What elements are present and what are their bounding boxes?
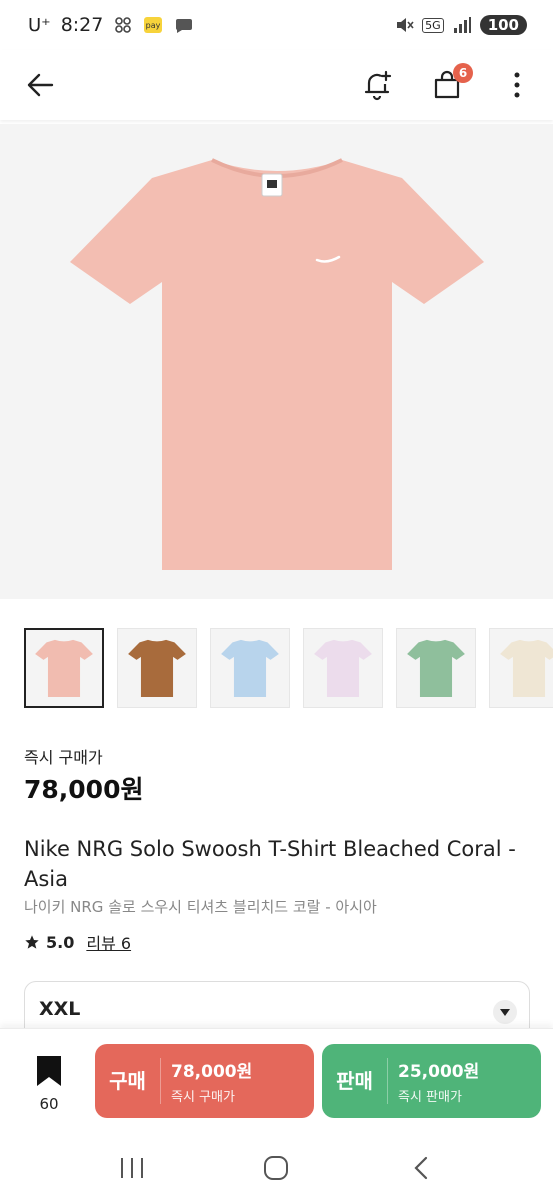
cart-button[interactable]: 6 [427,63,473,105]
header-actions: 6 [357,63,537,105]
thumbnail-tshirt-image [128,639,186,698]
thumbnail-1[interactable] [24,628,104,708]
chevron-left-icon [414,1156,427,1180]
thumbnail-tshirt-image [35,639,93,698]
thumbnail-tshirt-image [221,639,279,698]
more-vertical-icon [514,72,520,98]
signal-icon [452,15,472,35]
instant-buy-price: 78,000원 [24,775,144,804]
recent-apps-button[interactable] [112,1148,152,1188]
arrow-left-icon [27,73,54,97]
buy-info: 78,000원 즉시 구매가 [161,1057,252,1105]
tshirt-image [69,157,484,570]
thumbnail-4[interactable] [303,628,383,708]
buy-label: 구매 [95,1058,161,1104]
product-main-image[interactable] [0,124,553,599]
cart-count-badge: 6 [453,63,473,83]
more-button[interactable] [497,65,537,105]
rating-score: 5.0 [46,932,75,952]
dropdown-icon [493,1000,517,1024]
battery-level: 100 [479,15,527,35]
sell-amount: 25,000원 [398,1062,480,1082]
mute-icon [394,15,414,35]
bookmark-count: 60 [39,1095,59,1113]
thumbnail-5[interactable] [396,628,476,708]
thumbnail-strip [24,628,553,708]
buy-button[interactable]: 구매 78,000원 즉시 구매가 [95,1044,314,1118]
selected-size: XXL [39,998,81,1020]
bookmark-icon [37,1056,61,1086]
price-label: 즉시 구매가 [24,748,103,767]
review-link[interactable]: 리뷰 6 [86,930,131,954]
sell-sub: 즉시 판매가 [398,1090,462,1105]
thumbnail-tshirt-image [314,639,372,698]
bookmark-button[interactable]: 60 [26,1055,72,1113]
rating-row: 5.0 리뷰 6 [24,930,131,954]
bell-plus-icon [364,70,392,101]
status-right: 5G 100 [394,15,527,35]
product-title-en: Nike NRG Solo Swoosh T-Shirt Bleached Co… [24,837,516,891]
clock: 8:27 [60,14,104,36]
home-button[interactable] [256,1148,296,1188]
buy-sub: 즉시 구매가 [171,1090,235,1105]
star-icon [25,935,39,949]
top-app-bar: 6 [0,50,553,120]
thumbnail-tshirt-image [407,639,465,698]
sell-info: 25,000원 즉시 판매가 [388,1057,479,1105]
system-nav-bar [0,1136,553,1200]
home-icon [264,1156,289,1180]
buy-amount: 78,000원 [171,1062,253,1082]
sell-label: 판매 [322,1058,388,1104]
carrier-label: U⁺ [28,14,51,36]
app-notification-icon [113,15,133,35]
svg-text:pay: pay [146,21,161,30]
system-back-button[interactable] [401,1148,441,1188]
chat-icon [173,15,193,35]
notify-button[interactable] [357,65,397,105]
thumbnail-tshirt-image [500,639,553,698]
sell-button[interactable]: 판매 25,000원 즉시 판매가 [322,1044,541,1118]
status-left: U⁺ 8:27 pay [28,14,193,36]
back-button[interactable] [20,65,60,105]
status-bar: U⁺ 8:27 pay 5G 100 [0,0,553,50]
thumbnail-6[interactable] [489,628,553,708]
thumbnail-3[interactable] [210,628,290,708]
kakaopay-icon: pay [143,15,163,35]
network-type: 5G [422,17,444,33]
product-title-ko: 나이키 NRG 솔로 스우시 티셔츠 블리치드 코랄 - 아시아 [24,898,377,916]
thumbnail-2[interactable] [117,628,197,708]
recent-apps-icon [121,1158,144,1178]
bottom-action-bar: 60 구매 78,000원 즉시 구매가 판매 25,000원 즉시 판매가 [0,1028,553,1136]
